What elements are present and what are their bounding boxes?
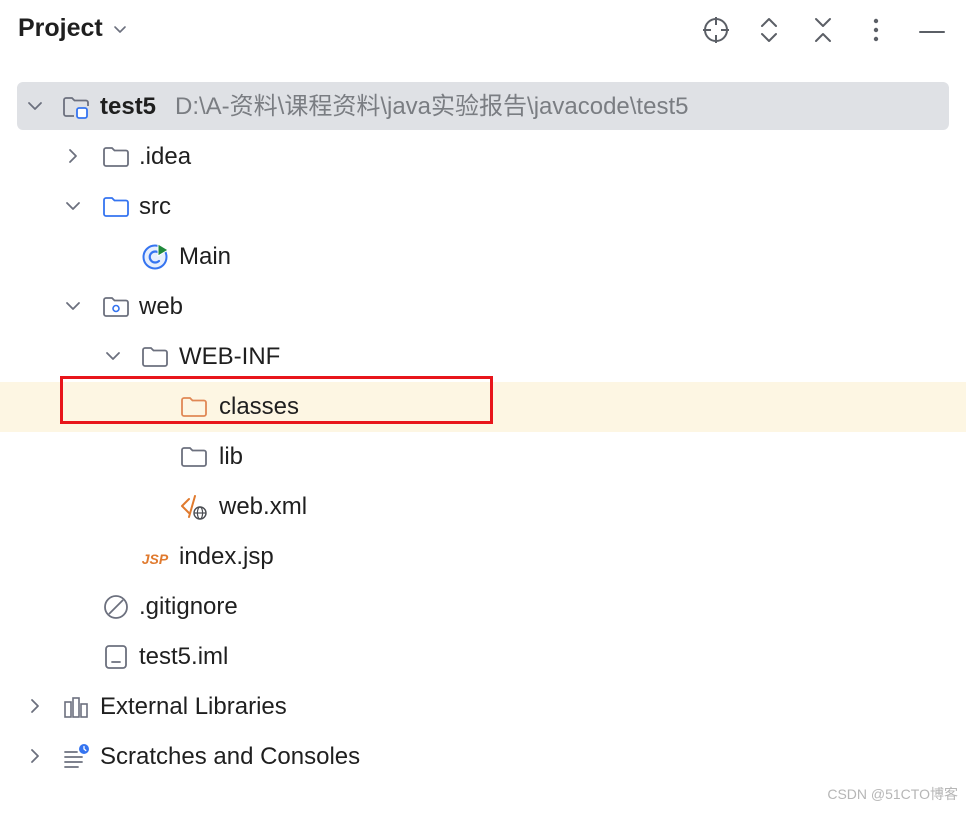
tree-node-label: web (139, 293, 184, 320)
tree-node-label: lib (219, 443, 244, 470)
tree-node-label: classes (219, 393, 300, 420)
tree-node-label: web.xml (219, 493, 308, 520)
chevron-right-icon[interactable] (24, 695, 46, 717)
tree-node-idea[interactable]: .idea (0, 132, 966, 182)
library-icon (64, 697, 88, 718)
tree-node-label: External Libraries (100, 693, 287, 720)
excluded-folder-icon (181, 397, 207, 417)
chevron-down-icon[interactable] (62, 295, 84, 317)
locate-button[interactable] (696, 10, 736, 50)
tree-node-gitignore[interactable]: .gitignore (0, 582, 966, 632)
module-file-icon (105, 645, 127, 669)
tree-node-external-libraries[interactable]: External Libraries (0, 682, 966, 732)
java-class-run-icon (142, 243, 169, 270)
options-button[interactable] (856, 10, 896, 50)
expand-all-icon (761, 18, 777, 42)
tree-node-label: .idea (139, 143, 192, 170)
tree-node-iml[interactable]: test5.iml (0, 632, 966, 682)
chevron-right-icon[interactable] (24, 745, 46, 767)
chevron-right-icon[interactable] (62, 145, 84, 167)
view-selector[interactable]: Project (18, 14, 129, 43)
tree-node-label: test5.iml (139, 643, 229, 670)
folder-icon (103, 147, 129, 167)
web-xml-icon (181, 495, 207, 520)
tree-node-label: test5 (100, 93, 157, 120)
chevron-down-icon[interactable] (62, 195, 84, 217)
tree-node-index-jsp[interactable]: JSP index.jsp (0, 532, 966, 582)
module-path: D:\A-资料\课程资料\java实验报告\javacode\test5 (175, 93, 689, 120)
watermark: CSDN @51CTO博客 (827, 786, 958, 802)
tree-node-label: .gitignore (139, 593, 238, 620)
locate-icon (703, 17, 729, 43)
source-folder-icon (103, 197, 129, 217)
tree-node-label: Main (179, 243, 232, 270)
web-folder-icon (103, 297, 129, 317)
ignore-file-icon (104, 595, 128, 619)
jsp-file-icon: JSP (142, 551, 169, 567)
tree-node-src[interactable]: src (0, 182, 966, 232)
expand-all-button[interactable] (749, 10, 789, 50)
module-folder-icon (63, 97, 89, 119)
folder-icon (142, 347, 168, 367)
chevron-down-icon[interactable] (102, 345, 124, 367)
minimize-icon (919, 31, 945, 33)
tree-node-test5[interactable]: test5 D:\A-资料\课程资料\java实验报告\javacode\tes… (0, 82, 966, 132)
more-vertical-icon (873, 18, 879, 42)
tree-node-label: src (139, 193, 171, 220)
tree-node-label: index.jsp (179, 543, 274, 570)
project-tool-window: Project test5 D:\A-资料\课程资料\java实验报告\java… (0, 0, 966, 814)
collapse-all-icon (815, 18, 831, 42)
scratches-icon (64, 744, 89, 768)
folder-icon (181, 447, 207, 467)
tree-node-label: WEB-INF (179, 343, 281, 370)
svg-text:JSP: JSP (142, 551, 169, 567)
collapse-all-button[interactable] (803, 10, 843, 50)
tree-node-scratches[interactable]: Scratches and Consoles (0, 732, 966, 782)
tree-node-label: Scratches and Consoles (100, 743, 361, 770)
tree-node-web[interactable]: web (0, 282, 966, 332)
tool-window-title: Project (18, 14, 103, 42)
tree-node-classes[interactable]: classes (0, 382, 966, 432)
chevron-down-icon (113, 25, 126, 33)
tool-window-header: Project (0, 0, 966, 62)
tree-node-lib[interactable]: lib (0, 432, 966, 482)
tree-node-web-inf[interactable]: WEB-INF (0, 332, 966, 382)
tree-node-main[interactable]: Main (0, 232, 966, 282)
tree-node-web-xml[interactable]: web.xml (0, 482, 966, 532)
hide-button[interactable] (912, 10, 952, 50)
chevron-down-icon[interactable] (24, 95, 46, 117)
